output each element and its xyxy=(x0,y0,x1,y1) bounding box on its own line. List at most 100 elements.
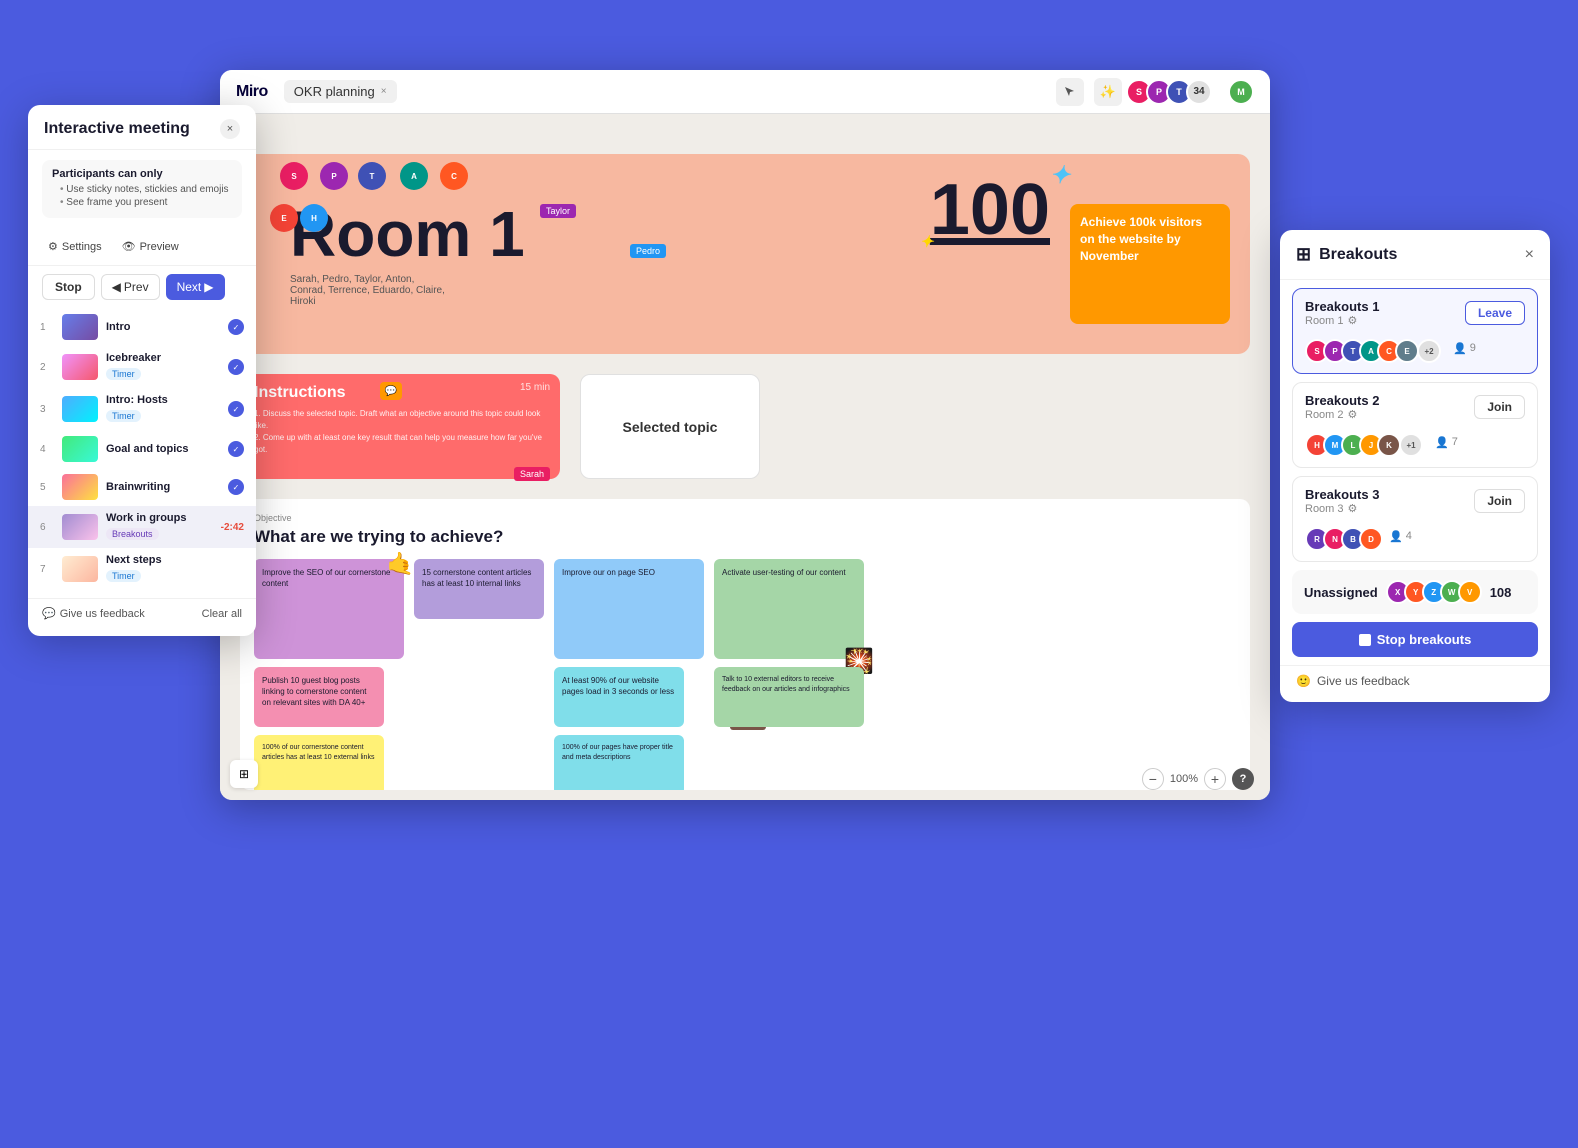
avatar-count-badge: 34 xyxy=(1186,79,1212,105)
join-room-2-btn[interactable]: Join xyxy=(1474,395,1525,419)
person-icon: 👤 xyxy=(1389,530,1403,543)
objective-title: What are we trying to achieve? xyxy=(254,527,1236,547)
breakouts-close-btn[interactable]: × xyxy=(1525,246,1534,264)
floating-avatar: A xyxy=(400,162,428,190)
participants-box: Participants can only Use sticky notes, … xyxy=(42,160,242,218)
agenda-thumb xyxy=(62,354,98,380)
agenda-time: -2:42 xyxy=(221,522,244,533)
breakouts-header: ⊞ Breakouts × xyxy=(1280,230,1550,280)
settings-btn[interactable]: ⚙ Settings xyxy=(42,236,108,257)
agenda-num: 5 xyxy=(40,482,54,493)
miro-tab[interactable]: OKR planning × xyxy=(284,80,397,103)
floating-avatar: T xyxy=(358,162,386,190)
selected-topic-card: Selected topic xyxy=(580,374,760,479)
agenda-item-work-groups[interactable]: 6 Work in groups Breakouts -2:42 xyxy=(28,506,256,548)
prev-icon: ◀ xyxy=(112,280,121,294)
breakouts-feedback[interactable]: 🙂 Give us feedback xyxy=(1280,665,1550,702)
agenda-item-icebreaker[interactable]: 2 Icebreaker Timer ✓ xyxy=(28,346,256,388)
stop-breakouts-btn[interactable]: Stop breakouts xyxy=(1292,622,1538,657)
sticky-note: 100% of our pages have proper title and … xyxy=(554,735,684,790)
help-btn[interactable]: ? xyxy=(1232,768,1254,790)
zoom-in-btn[interactable]: + xyxy=(1204,768,1226,790)
settings-icon: ⚙ xyxy=(48,240,58,253)
room-3-count: 👤 4 xyxy=(1389,530,1412,543)
agenda-num: 2 xyxy=(40,362,54,373)
agenda-label: Goal and topics xyxy=(106,443,220,455)
sticky-note: Improve the SEO of our cornerstone conte… xyxy=(254,559,404,659)
agenda-label: Icebreaker xyxy=(106,352,220,364)
agenda-label: Intro: Hosts xyxy=(106,394,220,406)
current-user-avatar[interactable]: M xyxy=(1228,79,1254,105)
next-icon: ▶ xyxy=(204,280,213,294)
timer-badge: Timer xyxy=(106,570,141,582)
agenda-item-intro[interactable]: 1 Intro ✓ xyxy=(28,308,256,346)
panel-close-btn[interactable]: × xyxy=(220,119,240,139)
sticky-col-2: 15 cornerstone content articles has at l… xyxy=(414,559,544,790)
agenda-list: 1 Intro ✓ 2 Icebreaker Timer ✓ 3 Intro: … xyxy=(28,304,256,594)
preview-btn[interactable]: 👁 Preview xyxy=(116,236,185,257)
agenda-item-goal[interactable]: 4 Goal and topics ✓ xyxy=(28,430,256,468)
left-panel: Interactive meeting × Participants can o… xyxy=(28,105,256,636)
miro-logo: Miro xyxy=(236,83,268,101)
breakouts-feedback-label: Give us feedback xyxy=(1317,674,1410,688)
agenda-text: Intro xyxy=(106,321,220,333)
agenda-check: ✓ xyxy=(228,401,244,417)
sticky-note: At least 90% of our website pages load i… xyxy=(554,667,684,727)
breakout-room-2-footer: H M L J K +1 👤 7 xyxy=(1305,427,1525,457)
room1-100: 100 ✦ ✦ xyxy=(930,174,1050,246)
cursor-icon-btn[interactable] xyxy=(1056,78,1084,106)
breakout-room-3: Breakouts 3 Room 3 ⚙ Join R N B D 👤 4 xyxy=(1292,476,1538,562)
instructions-timer: 15 min xyxy=(520,382,550,393)
agenda-item-brainwriting[interactable]: 5 Brainwriting ✓ xyxy=(28,468,256,506)
sticky-note: 15 cornerstone content articles has at l… xyxy=(414,559,544,619)
panel-controls: ⚙ Settings 👁 Preview xyxy=(28,228,256,266)
breakouts-title: ⊞ Breakouts xyxy=(1296,244,1397,265)
leave-room-1-btn[interactable]: Leave xyxy=(1465,301,1525,325)
breakout-badge: Breakouts xyxy=(106,528,159,540)
magic-icon-btn[interactable]: ✨ xyxy=(1094,78,1122,106)
floating-avatar: P xyxy=(320,162,348,190)
clear-link[interactable]: Clear all xyxy=(202,608,242,620)
room-avatar: D xyxy=(1359,527,1383,551)
smiley-icon: 🙂 xyxy=(1296,674,1311,688)
breakout-room-1-footer: S P T A C E +2 👤 9 xyxy=(1305,333,1525,363)
join-room-3-btn[interactable]: Join xyxy=(1474,489,1525,513)
sticky-grid: Improve the SEO of our cornerstone conte… xyxy=(254,559,1236,790)
breakout-room-2-name: Breakouts 2 xyxy=(1305,393,1379,408)
room1-goal-card: Achieve 100k visitors on the website by … xyxy=(1070,204,1230,324)
sticky-note: Activate user-testing of our content 🎇 xyxy=(714,559,864,659)
room-3-avatars: R N B D xyxy=(1305,527,1377,551)
objective-label: Objective xyxy=(254,513,1236,523)
frame-view-btn[interactable]: ⊞ xyxy=(230,760,258,788)
zoom-out-btn[interactable]: − xyxy=(1142,768,1164,790)
sticky-note: Publish 10 guest blog posts linking to c… xyxy=(254,667,384,727)
agenda-thumb xyxy=(62,436,98,462)
agenda-label: Next steps xyxy=(106,554,244,566)
agenda-item-next-steps[interactable]: 7 Next steps Timer xyxy=(28,548,256,590)
tab-close-icon[interactable]: × xyxy=(381,86,387,97)
unassigned-avatars: X Y Z W V xyxy=(1386,580,1476,604)
participants-rules-list: Use sticky notes, stickies and emojis Se… xyxy=(52,184,232,208)
agenda-item-intro-hosts[interactable]: 3 Intro: Hosts Timer ✓ xyxy=(28,388,256,430)
room-1-avatars: S P T A C E +2 xyxy=(1305,339,1441,363)
prev-button[interactable]: ◀ Prev xyxy=(101,274,160,300)
rule-item: See frame you present xyxy=(60,197,232,208)
nav-buttons: Stop ◀ Prev Next ▶ xyxy=(28,266,256,304)
zoom-level: 100% xyxy=(1170,773,1198,785)
sticky-col-1: Improve the SEO of our cornerstone conte… xyxy=(254,559,404,790)
breakout-room-3-header: Breakouts 3 Room 3 ⚙ Join xyxy=(1305,487,1525,515)
feedback-link[interactable]: 💬 Give us feedback xyxy=(42,607,145,620)
agenda-text: Intro: Hosts Timer xyxy=(106,394,220,424)
panel-title: Interactive meeting xyxy=(44,120,190,138)
miro-canvas: ↺ ↖ 📄 😊 S P T A C E H Room 1 Sarah, Pedr… xyxy=(220,114,1270,800)
room-2-avatars: H M L J K +1 xyxy=(1305,433,1423,457)
settings-cog-icon: ⚙ xyxy=(1348,314,1358,327)
sticky-note: 100% of our cornerstone content articles… xyxy=(254,735,384,790)
next-button[interactable]: Next ▶ xyxy=(166,274,225,300)
stop-button[interactable]: Stop xyxy=(42,274,95,300)
taylor-cursor-label: Taylor xyxy=(540,204,576,218)
participants-box-title: Participants can only xyxy=(52,168,232,180)
instructions-card: 15 min Instructions 1. Discuss the selec… xyxy=(240,374,560,479)
breakout-room-3-name: Breakouts 3 xyxy=(1305,487,1379,502)
agenda-text: Work in groups Breakouts xyxy=(106,512,213,542)
